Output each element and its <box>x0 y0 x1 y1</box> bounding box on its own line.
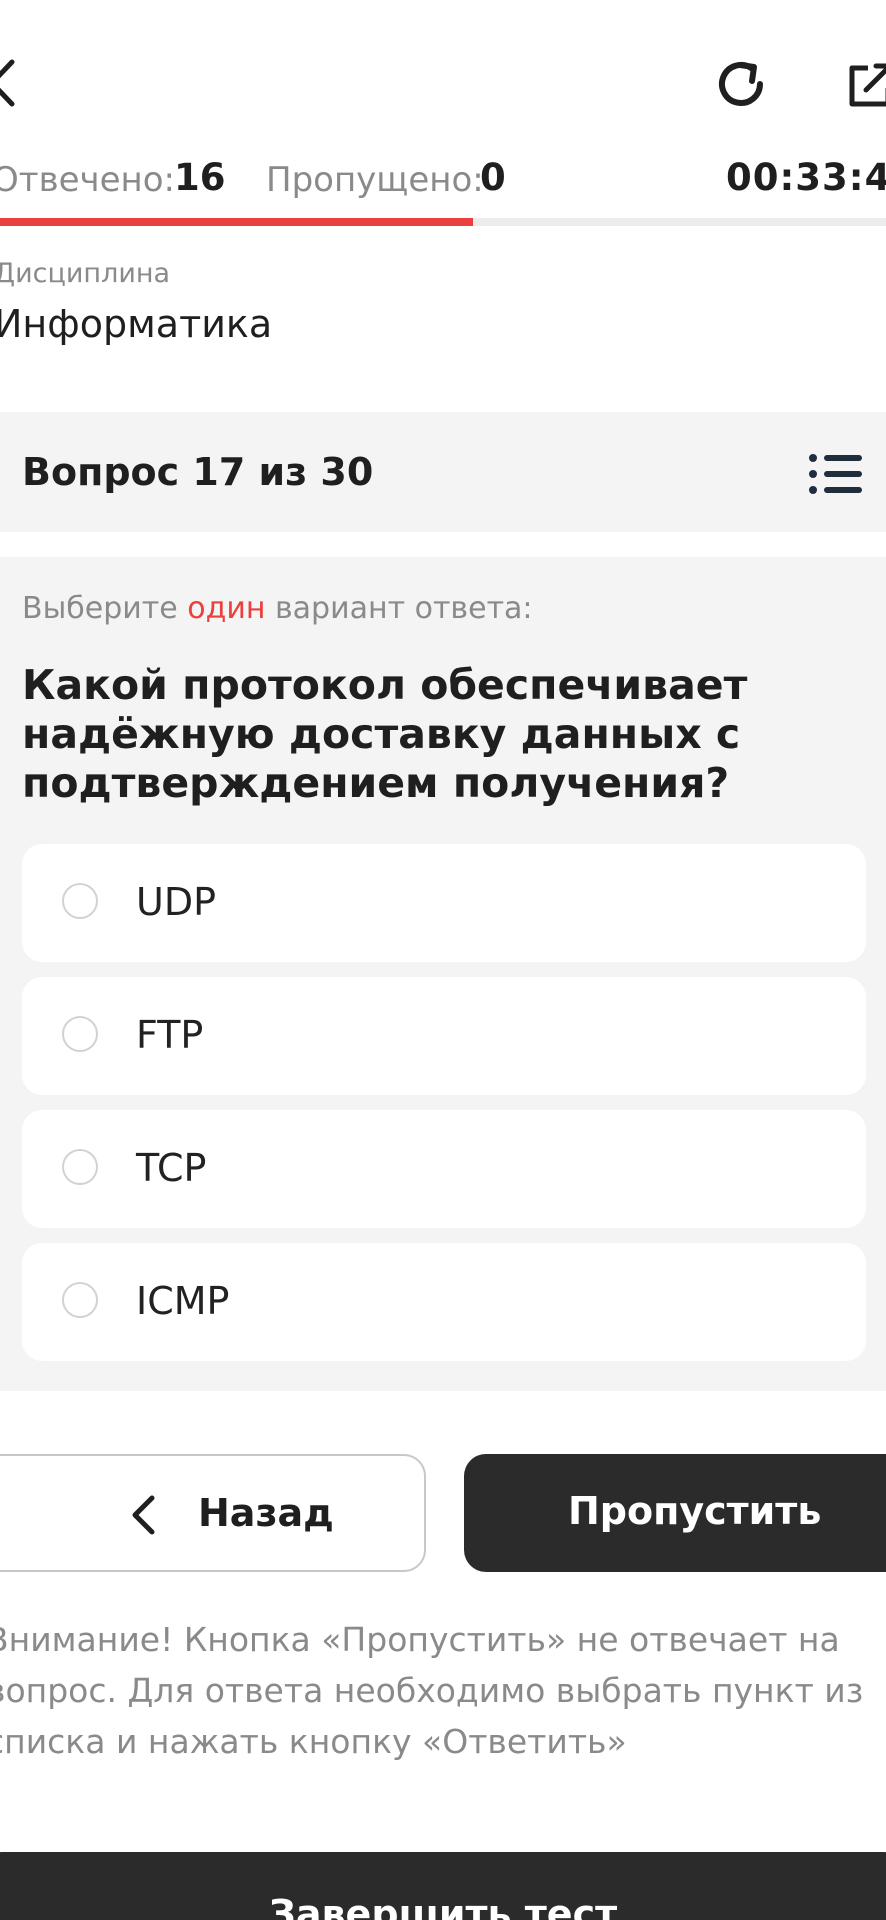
instruction-text-start: Выберите <box>22 591 188 626</box>
instruction-accent: один <box>187 591 266 626</box>
quiz-screen: Отвечено: 16 Пропущено: 0 00:33:49 Дисци… <box>0 0 886 1920</box>
stats-row: Отвечено: 16 Пропущено: 0 00:33:49 <box>0 150 886 206</box>
external-link-icon[interactable] <box>846 60 886 110</box>
discipline-name: Информатика <box>0 302 273 346</box>
question-counter: Вопрос 17 из 30 <box>22 450 374 494</box>
instruction-text-end: вариант ответа: <box>265 591 533 626</box>
answer-option-label: TCP <box>136 1146 207 1190</box>
chevron-left-icon <box>130 1494 156 1536</box>
answer-option[interactable]: UDP <box>22 844 866 962</box>
progress-fill <box>0 218 473 226</box>
answer-option-label: FTP <box>136 1013 204 1057</box>
answered-count: 16 <box>174 156 226 199</box>
finish-test-label: Завершить тест <box>268 1892 618 1920</box>
answer-instruction: Выберите один вариант ответа: <box>22 591 533 626</box>
radio-button[interactable] <box>62 1149 98 1185</box>
answer-option[interactable]: FTP <box>22 977 866 1095</box>
question-text: Какой протокол обеспечивает надёжную дос… <box>22 661 748 807</box>
answer-option-label: ICMP <box>136 1279 230 1323</box>
back-button[interactable]: Назад <box>0 1454 426 1572</box>
chevron-left-icon[interactable] <box>0 58 16 108</box>
progress-bar <box>0 218 886 226</box>
refresh-icon[interactable] <box>712 55 770 113</box>
answered-label: Отвечено: <box>0 160 176 200</box>
list-icon[interactable] <box>808 452 864 496</box>
timer: 00:33:49 <box>726 156 886 199</box>
radio-button[interactable] <box>62 1016 98 1052</box>
discipline-caption: Дисциплина <box>0 258 171 289</box>
answer-option-label: UDP <box>136 880 216 924</box>
radio-button[interactable] <box>62 1282 98 1318</box>
top-bar <box>0 0 886 160</box>
skipped-label: Пропущено: <box>266 160 484 200</box>
finish-test-button[interactable]: Завершить тест <box>0 1852 886 1920</box>
skip-button-label: Пропустить <box>568 1489 822 1533</box>
radio-button[interactable] <box>62 883 98 919</box>
question-card: Выберите один вариант ответа: Какой прот… <box>0 557 886 1391</box>
back-button-label: Назад <box>198 1491 334 1535</box>
skip-warning: Внимание! Кнопка «Пропустить» не отвечае… <box>0 1620 864 1761</box>
skipped-count: 0 <box>480 156 506 199</box>
skip-button[interactable]: Пропустить <box>464 1454 886 1572</box>
answer-option[interactable]: ICMP <box>22 1243 866 1361</box>
answer-option[interactable]: TCP <box>22 1110 866 1228</box>
question-header: Вопрос 17 из 30 <box>0 412 886 532</box>
